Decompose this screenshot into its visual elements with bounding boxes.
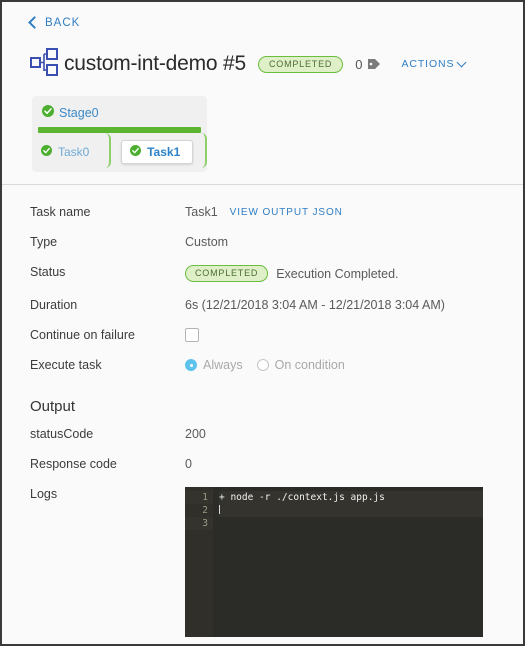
pipeline-execution-detail-page: BACK custom-int-demo #5 COMPLETED 0 ACTI…	[0, 0, 525, 646]
log-console[interactable]: 1 2 3 + node -r ./context.js app.js	[185, 487, 483, 637]
radio-icon-selected	[185, 359, 197, 371]
log-content: + node -r ./context.js app.js	[213, 487, 483, 637]
stage-card[interactable]: Stage0 Task0 Task1	[32, 96, 207, 172]
response-code-value: 0	[185, 457, 192, 471]
radio-option-on-condition[interactable]: On condition	[256, 358, 345, 372]
radio-label: Always	[203, 358, 243, 372]
detail-row-response-code: Response code 0	[2, 449, 523, 479]
status-label: Status	[30, 265, 66, 279]
radio-label: On condition	[274, 358, 345, 372]
radio-icon-unselected	[256, 359, 269, 371]
type-value: Custom	[185, 235, 229, 249]
log-gutter: 1 2 3	[185, 487, 213, 637]
text-caret-icon	[219, 505, 220, 514]
actions-menu-button[interactable]: ACTIONS	[401, 57, 467, 70]
status-badge: COMPLETED	[185, 265, 269, 282]
continue-on-failure-value	[185, 328, 199, 342]
pipeline-hierarchy-icon	[28, 47, 62, 82]
chevron-down-icon	[456, 57, 467, 68]
continue-on-failure-checkbox[interactable]	[185, 328, 199, 342]
task-chip-list: Task0 Task1	[32, 133, 207, 168]
task-chip-label: Task1	[147, 145, 181, 159]
detail-row-duration: Duration 6s (12/21/2018 3:04 AM - 12/21/…	[2, 290, 523, 320]
title-row: custom-int-demo #5 COMPLETED 0 ACTIONS	[28, 46, 523, 82]
page-header: BACK custom-int-demo #5 COMPLETED 0 ACTI…	[2, 2, 523, 185]
continue-on-failure-label: Continue on failure	[30, 328, 135, 342]
execute-task-value: Always On condition	[185, 358, 345, 372]
status-code-value: 200	[185, 427, 206, 441]
task-connector-line	[201, 133, 207, 168]
task-connector-line	[105, 133, 112, 168]
check-circle-icon	[130, 145, 142, 159]
log-line-number: 3	[185, 517, 213, 530]
detail-row-continue-on-failure: Continue on failure	[2, 320, 523, 350]
log-line-number: 1	[185, 491, 213, 504]
detail-row-logs: Logs 1 2 3 + node -r ./context.js app.js	[2, 479, 523, 637]
status-badge: COMPLETED	[257, 55, 344, 73]
task-name-label: Task name	[30, 205, 91, 219]
tag-icon[interactable]	[367, 57, 381, 75]
execute-task-label: Execute task	[30, 358, 102, 372]
check-circle-icon	[42, 104, 54, 122]
task-name-value: Task1	[185, 205, 218, 219]
tag-count: 0	[355, 56, 363, 72]
output-section-title: Output	[30, 398, 76, 415]
page-title: custom-int-demo #5	[64, 52, 246, 75]
task-chip-task1[interactable]: Task1	[121, 140, 194, 164]
detail-row-execute-task: Execute task Always On condition	[2, 350, 523, 380]
duration-value: 6s (12/21/2018 3:04 AM - 12/21/2018 3:04…	[185, 298, 445, 312]
detail-row-type: Type Custom	[2, 227, 523, 257]
back-label: BACK	[45, 17, 81, 29]
log-line-cursor	[219, 504, 483, 517]
duration-label: Duration	[30, 298, 78, 312]
log-line-number: 2	[202, 505, 208, 516]
execute-task-radio-group: Always On condition	[185, 358, 345, 372]
detail-row-status-code: statusCode 200	[2, 419, 523, 449]
detail-row-task-name: Task name Task1 VIEW OUTPUT JSON	[2, 197, 523, 227]
actions-label: ACTIONS	[401, 58, 455, 70]
check-circle-icon	[41, 145, 52, 159]
log-line: + node -r ./context.js app.js	[219, 491, 483, 504]
task-name-value-group: Task1 VIEW OUTPUT JSON	[185, 205, 343, 219]
detail-row-status: Status COMPLETED Execution Completed.	[2, 257, 523, 290]
logs-label: Logs	[30, 487, 58, 501]
type-label: Type	[30, 235, 58, 249]
back-button[interactable]: BACK	[28, 16, 81, 29]
chevron-left-icon	[28, 16, 41, 29]
radio-option-always[interactable]: Always	[185, 358, 243, 372]
response-code-label: Response code	[30, 457, 117, 471]
status-value-group: COMPLETED Execution Completed.	[185, 265, 399, 282]
view-full-log-row: View Full Log	[2, 637, 523, 644]
view-output-json-link[interactable]: VIEW OUTPUT JSON	[230, 207, 343, 218]
task-details-panel: Task name Task1 VIEW OUTPUT JSON Type Cu…	[2, 185, 523, 644]
status-code-label: statusCode	[30, 427, 94, 441]
task-chip-task0[interactable]: Task0	[32, 140, 97, 164]
stage-header: Stage0	[32, 102, 207, 127]
stage-name-label: Stage0	[59, 106, 99, 120]
status-message: Execution Completed.	[276, 266, 399, 281]
task-chip-label: Task0	[58, 145, 90, 159]
